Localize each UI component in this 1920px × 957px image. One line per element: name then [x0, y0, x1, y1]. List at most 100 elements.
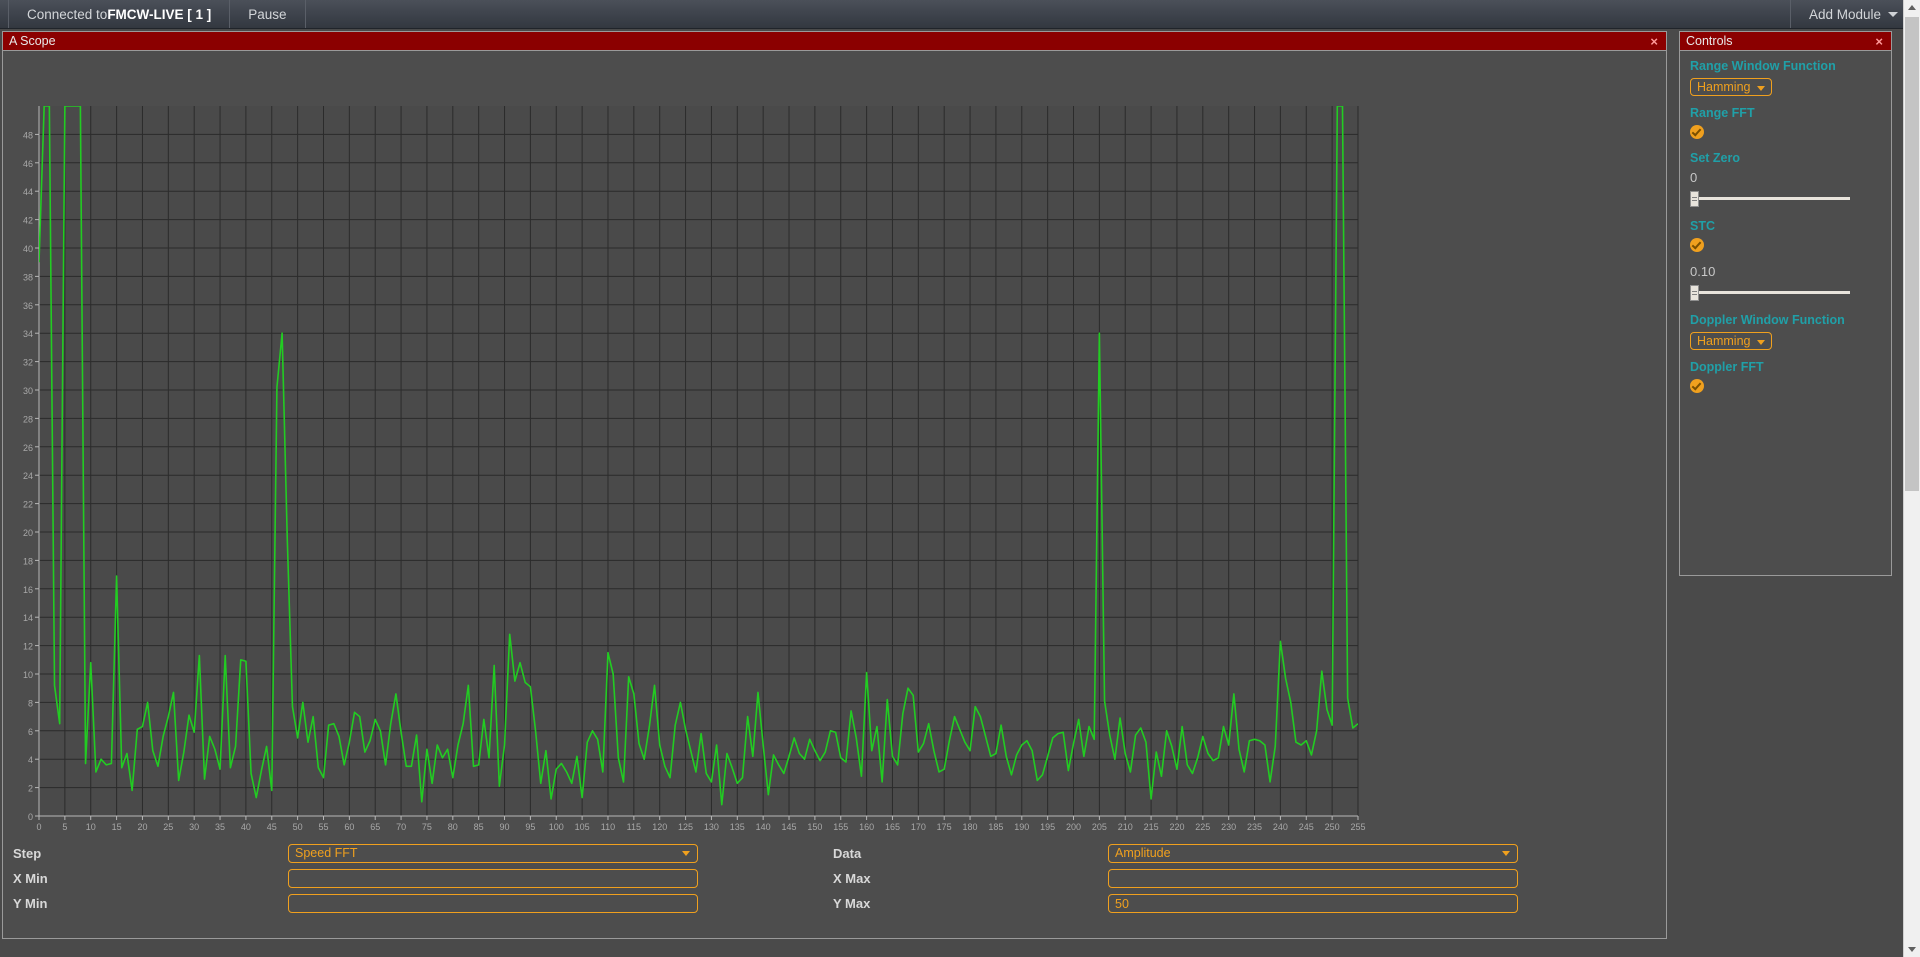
svg-text:105: 105: [575, 822, 590, 832]
svg-text:5: 5: [62, 822, 67, 832]
svg-text:150: 150: [807, 822, 822, 832]
svg-text:100: 100: [549, 822, 564, 832]
controls-panel: Controls × Range Window Function Hamming…: [1679, 31, 1892, 576]
controls-title: Controls: [1686, 34, 1733, 48]
page-scrollbar[interactable]: [1903, 0, 1920, 957]
svg-text:36: 36: [23, 301, 33, 311]
set-zero-slider[interactable]: [1690, 191, 1850, 207]
svg-text:14: 14: [23, 613, 33, 623]
chevron-down-icon: [1756, 86, 1765, 91]
form-column-right: Data Amplitude X Max Y Max: [833, 841, 1533, 916]
svg-text:0: 0: [28, 812, 33, 822]
scrollbar-thumb[interactable]: [1905, 17, 1919, 491]
chart-canvas[interactable]: 0246810121416182022242628303234363840424…: [3, 51, 1666, 841]
svg-text:6: 6: [28, 727, 33, 737]
doppler-window-function-value: Hamming: [1697, 334, 1751, 348]
svg-text:130: 130: [704, 822, 719, 832]
svg-text:80: 80: [448, 822, 458, 832]
svg-text:26: 26: [23, 443, 33, 453]
data-select[interactable]: Amplitude: [1108, 844, 1518, 863]
svg-text:85: 85: [474, 822, 484, 832]
svg-text:55: 55: [318, 822, 328, 832]
x-min-input[interactable]: [288, 869, 698, 888]
svg-text:255: 255: [1350, 822, 1365, 832]
svg-text:180: 180: [963, 822, 978, 832]
data-select-value[interactable]: Amplitude: [1108, 844, 1518, 863]
y-min-input[interactable]: [288, 894, 698, 913]
svg-text:10: 10: [23, 670, 33, 680]
svg-text:30: 30: [23, 386, 33, 396]
svg-text:110: 110: [601, 822, 615, 832]
svg-text:125: 125: [678, 822, 693, 832]
scroll-up-arrow-icon[interactable]: [1904, 0, 1920, 16]
stc-label: STC: [1690, 219, 1715, 233]
svg-text:38: 38: [23, 272, 33, 282]
svg-text:20: 20: [137, 822, 147, 832]
pause-label: Pause: [248, 6, 287, 22]
svg-text:15: 15: [112, 822, 122, 832]
step-select[interactable]: Speed FFT: [288, 844, 698, 863]
svg-text:24: 24: [23, 471, 33, 481]
x-min-label: X Min: [13, 871, 48, 886]
a-scope-title: A Scope: [9, 34, 56, 48]
doppler-fft-checkbox[interactable]: [1690, 379, 1704, 393]
form-column-left: Step Speed FFT X Min Y Min: [13, 841, 713, 916]
svg-text:200: 200: [1066, 822, 1081, 832]
stc-slider[interactable]: [1690, 285, 1850, 301]
connection-prefix-label: Connected to: [27, 6, 108, 22]
stc-slider-track: [1690, 291, 1850, 294]
scroll-down-arrow-icon[interactable]: [1904, 941, 1920, 957]
svg-text:10: 10: [86, 822, 96, 832]
stc-slider-thumb[interactable]: [1690, 285, 1699, 301]
svg-text:50: 50: [293, 822, 303, 832]
set-zero-slider-thumb[interactable]: [1690, 191, 1699, 207]
connection-status-item[interactable]: Connected to FMCW-LIVE [ 1 ]: [8, 0, 231, 28]
doppler-window-function-label: Doppler Window Function: [1690, 313, 1845, 327]
svg-text:32: 32: [23, 358, 33, 368]
svg-text:210: 210: [1118, 822, 1133, 832]
svg-text:195: 195: [1040, 822, 1055, 832]
svg-text:155: 155: [833, 822, 848, 832]
svg-text:205: 205: [1092, 822, 1107, 832]
x-max-input[interactable]: [1108, 869, 1518, 888]
svg-text:115: 115: [627, 822, 641, 832]
controls-body: Range Window Function Hamming Range FFT …: [1680, 51, 1891, 575]
stc-value: 0.10: [1690, 264, 1716, 279]
range-fft-checkbox[interactable]: [1690, 125, 1704, 139]
a-scope-panel: A Scope × 0 2 4 6 8 10 12 14 16 18 20 22 24 26 28 30 32 3…: [2, 31, 1667, 939]
svg-text:8: 8: [28, 698, 33, 708]
svg-text:40: 40: [23, 244, 33, 254]
step-select-value[interactable]: Speed FFT: [288, 844, 698, 863]
y-max-input[interactable]: [1108, 894, 1518, 913]
svg-text:220: 220: [1169, 822, 1184, 832]
svg-text:170: 170: [911, 822, 926, 832]
close-icon[interactable]: ×: [1873, 35, 1885, 48]
svg-text:45: 45: [267, 822, 277, 832]
svg-text:190: 190: [1014, 822, 1029, 832]
svg-text:165: 165: [885, 822, 900, 832]
svg-text:75: 75: [422, 822, 432, 832]
doppler-fft-label: Doppler FFT: [1690, 360, 1764, 374]
step-label: Step: [13, 846, 42, 861]
svg-text:18: 18: [23, 556, 33, 566]
svg-text:16: 16: [23, 585, 33, 595]
svg-text:225: 225: [1195, 822, 1210, 832]
y-min-label: Y Min: [13, 896, 48, 911]
svg-text:70: 70: [396, 822, 406, 832]
top-menu-bar: Connected to FMCW-LIVE [ 1 ] Pause Add M…: [0, 0, 1920, 29]
add-module-button[interactable]: Add Module: [1789, 0, 1920, 28]
svg-text:230: 230: [1221, 822, 1236, 832]
doppler-window-function-select[interactable]: Hamming: [1690, 332, 1772, 350]
pause-button[interactable]: Pause: [230, 0, 306, 28]
svg-text:34: 34: [23, 329, 33, 339]
svg-text:2: 2: [28, 784, 33, 794]
a-scope-chart[interactable]: 0 2 4 6 8 10 12 14 16 18 20 22 24 26 28 30 32 34 36 38 40 42 4…: [3, 51, 1666, 841]
step-row: Step Speed FFT: [13, 841, 713, 866]
data-label: Data: [833, 846, 862, 861]
stc-checkbox[interactable]: [1690, 238, 1704, 252]
set-zero-slider-track: [1690, 197, 1850, 200]
range-window-function-select[interactable]: Hamming: [1690, 78, 1772, 96]
y-min-row: Y Min: [13, 891, 713, 916]
svg-text:250: 250: [1325, 822, 1340, 832]
close-icon[interactable]: ×: [1648, 35, 1660, 48]
